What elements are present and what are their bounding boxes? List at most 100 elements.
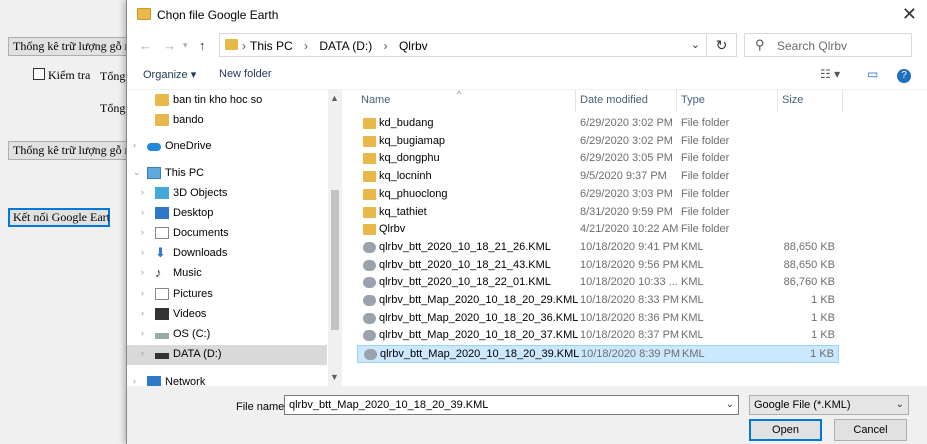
back-arrow-icon[interactable]: ← [139,38,152,53]
nav-item-label: Music [173,267,202,279]
table-row[interactable]: kq_locninh 9/5/2020 9:37 PM File folder [357,168,839,186]
nav-item-music[interactable]: › ♪ Music [127,264,327,284]
nav-item-3d-objects[interactable]: › 3D Objects [127,184,327,204]
nav-item-onedrive[interactable]: › OneDrive [127,137,327,157]
scrollbar-thumb[interactable] [331,190,339,330]
nav-item-label: Downloads [173,247,228,259]
chevron-down-icon[interactable]: ▼ [330,372,339,382]
network-icon [147,376,161,386]
table-row[interactable]: qlrbv_btt_2020_10_18_21_43.KML 10/18/2020… [357,257,839,275]
3d-objects-icon [155,187,169,199]
column-header-name[interactable]: Name ^ [357,89,576,112]
chevron-right-icon[interactable]: › [141,207,144,217]
chevron-down-icon[interactable]: ⌄ [726,396,734,414]
table-row[interactable]: kq_dongphu 6/29/2020 3:05 PM File folder [357,150,839,168]
nav-item-network[interactable]: › Network [127,373,327,386]
kiem-tra-label: Kiểm tra [48,68,91,82]
table-row[interactable]: Qlrbv 4/21/2020 10:22 AM File folder [357,221,839,239]
file-name-input[interactable]: qlrbv_btt_Map_2020_10_18_20_39.KML ⌄ [284,395,739,415]
date-modified-cell: 9/5/2020 9:37 PM [580,170,667,183]
date-modified-cell: 8/31/2020 9:59 PM [580,205,673,218]
table-row[interactable]: qlrbv_btt_2020_10_18_22_01.KML 10/18/2020… [357,274,839,292]
column-header-date[interactable]: Date modified [576,90,677,112]
chevron-right-icon[interactable]: › [141,247,144,257]
table-row[interactable]: kq_bugiamap 6/29/2020 3:02 PM File folder [357,133,839,151]
table-row[interactable]: kq_phuoclong 6/29/2020 3:03 PM File folder [357,186,839,204]
nav-item-desktop[interactable]: › Desktop [127,204,327,224]
chevron-right-icon[interactable]: › [141,227,144,237]
column-header-type[interactable]: Type [677,90,778,112]
table-row[interactable]: qlrbv_btt_Map_2020_10_18_20_37.KML 10/18/… [357,327,839,345]
nav-item-documents[interactable]: › Documents [127,224,327,244]
new-folder-button[interactable]: New folder [219,68,272,80]
nav-item-bando[interactable]: bando [127,111,327,131]
dialog-titlebar: Chọn file Google Earth ✕ [127,0,927,30]
column-name-label: Name [361,94,391,106]
address-bar[interactable]: › This PC › DATA (D:) › Qlrbv ⌄ [219,33,707,57]
table-row[interactable]: qlrbv_btt_2020_10_18_21_26.KML 10/18/2020… [357,239,839,257]
nav-pane-scrollbar[interactable]: ▲ ▼ [328,90,342,386]
breadcrumb-data-d[interactable]: DATA (D:) [319,39,372,53]
nav-item-label: 3D Objects [173,187,228,199]
type-cell: KML [681,329,704,342]
nav-item-pictures[interactable]: › Pictures [127,285,327,305]
chevron-right-icon[interactable]: › [141,288,144,298]
folder-icon [363,188,376,200]
nav-item-downloads[interactable]: › ⬇ Downloads [127,244,327,264]
breadcrumb: This PC › DATA (D:) › Qlrbv [250,39,436,53]
column-header-size[interactable]: Size [778,90,843,112]
table-row[interactable]: kd_budang 6/29/2020 3:02 PM File folder [357,115,839,133]
refresh-icon[interactable]: ↻ [707,33,737,57]
close-icon[interactable]: ✕ [902,4,917,25]
chevron-right-icon[interactable]: › [133,376,136,386]
nav-item-data-d[interactable]: › DATA (D:) [127,345,327,365]
chevron-up-icon[interactable]: ▲ [330,93,339,103]
forward-arrow-icon[interactable]: → [163,38,176,53]
recent-locations-icon[interactable]: ▾ [183,40,188,51]
size-cell: 1 KB [810,348,834,361]
chevron-right-icon[interactable]: › [141,348,144,358]
folder-icon [225,39,238,50]
search-placeholder: Search Qlrbv [777,39,848,53]
table-row[interactable]: qlrbv_btt_Map_2020_10_18_20_29.KML 10/18/… [357,292,839,310]
open-button[interactable]: Open [749,419,822,441]
nav-item-videos[interactable]: › Videos [127,305,327,325]
table-row[interactable]: kq_tathiet 8/31/2020 9:59 PM File folder [357,204,839,222]
type-cell: KML [682,348,705,361]
nav-item-label: OS (C:) [173,328,211,340]
table-row[interactable]: qlrbv_btt_Map_2020_10_18_20_36.KML 10/18/… [357,310,839,328]
breadcrumb-this-pc[interactable]: This PC [250,39,293,53]
date-modified-cell: 6/29/2020 3:05 PM [580,152,673,165]
view-options-icon[interactable]: ☷ ▾ [820,67,840,81]
nav-item-this-pc[interactable]: ⌄ This PC [127,164,327,184]
nav-item-label: Pictures [173,288,213,300]
file-name-cell: qlrbv_btt_2020_10_18_21_26.KML [379,240,551,253]
chevron-right-icon[interactable]: › [141,308,144,318]
chevron-down-icon[interactable]: ⌄ [133,167,141,178]
chevron-right-icon[interactable]: › [133,140,136,150]
help-icon[interactable]: ? [897,69,911,83]
file-type-select[interactable]: Google File (*.KML) ⌄ [749,395,909,415]
chevron-right-icon[interactable]: › [141,267,144,277]
thong-ke-button-1[interactable]: Thống kê trữ lượng gỗ rừng t [8,37,130,56]
kml-file-icon [364,349,377,361]
up-arrow-icon[interactable]: ↑ [199,38,206,53]
ket-noi-google-earth-button[interactable]: Kết nối Google Earth [8,208,110,227]
chevron-down-icon[interactable]: ⌄ [691,38,700,51]
type-cell: KML [681,258,704,271]
kiem-tra-checkbox[interactable] [33,68,45,80]
cancel-button[interactable]: Cancel [834,419,907,441]
nav-item-os-c[interactable]: › OS (C:) [127,325,327,345]
thong-ke-button-2[interactable]: Thống kê trữ lượng gỗ rừng t [8,141,130,160]
date-modified-cell: 10/18/2020 8:36 PM [580,311,680,324]
preview-pane-icon[interactable]: ▭ [867,67,878,81]
nav-item-label: Desktop [173,207,214,219]
breadcrumb-qlrbv[interactable]: Qlrbv [399,39,428,53]
organize-button[interactable]: Organize ▾ [143,68,196,81]
nav-item-ban-tin[interactable]: ban tin kho hoc so [127,91,327,111]
table-row[interactable]: qlrbv_btt_Map_2020_10_18_20_39.KML 10/18/… [357,345,839,364]
search-box[interactable]: ⚲ Search Qlrbv [744,33,912,57]
chevron-right-icon[interactable]: › [141,328,144,338]
column-size-label: Size [782,94,804,106]
chevron-right-icon[interactable]: › [141,187,144,197]
